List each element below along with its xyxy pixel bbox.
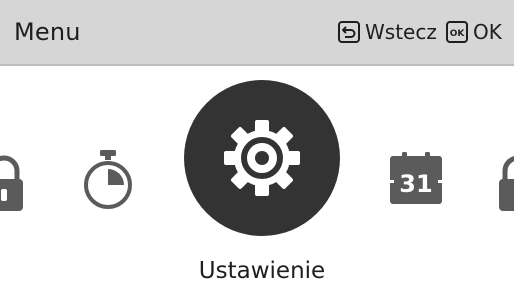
menu-item-calendar[interactable]: 31 bbox=[390, 152, 442, 210]
menu-item-lock-right[interactable] bbox=[496, 155, 514, 219]
page-title: Menu bbox=[14, 18, 81, 46]
ok-label: OK bbox=[473, 20, 502, 44]
ok-key-icon: OK bbox=[446, 21, 468, 43]
ok-key-glyph: OK bbox=[450, 29, 466, 39]
menu-item-settings[interactable] bbox=[184, 80, 340, 236]
menu-item-lock-left[interactable] bbox=[0, 155, 26, 219]
selected-item-label: Ustawienie bbox=[198, 258, 326, 284]
menu-header: Menu Wstecz OK OK bbox=[0, 0, 514, 66]
back-key-icon bbox=[338, 21, 360, 43]
back-hint[interactable]: Wstecz bbox=[338, 20, 437, 44]
back-label: Wstecz bbox=[365, 20, 437, 44]
timer-icon bbox=[84, 150, 132, 209]
ok-hint[interactable]: OK OK bbox=[446, 20, 502, 44]
calendar-icon: 31 bbox=[390, 152, 442, 204]
lock-icon bbox=[0, 155, 23, 211]
menu-carousel: 31 Ustawienie bbox=[0, 66, 514, 300]
calendar-day-glyph: 31 bbox=[399, 170, 432, 198]
lock-icon bbox=[499, 156, 514, 211]
gear-icon bbox=[224, 120, 300, 196]
menu-screen: Menu Wstecz OK OK 31 Ustawienie bbox=[0, 0, 514, 300]
menu-item-timer[interactable] bbox=[82, 148, 134, 214]
